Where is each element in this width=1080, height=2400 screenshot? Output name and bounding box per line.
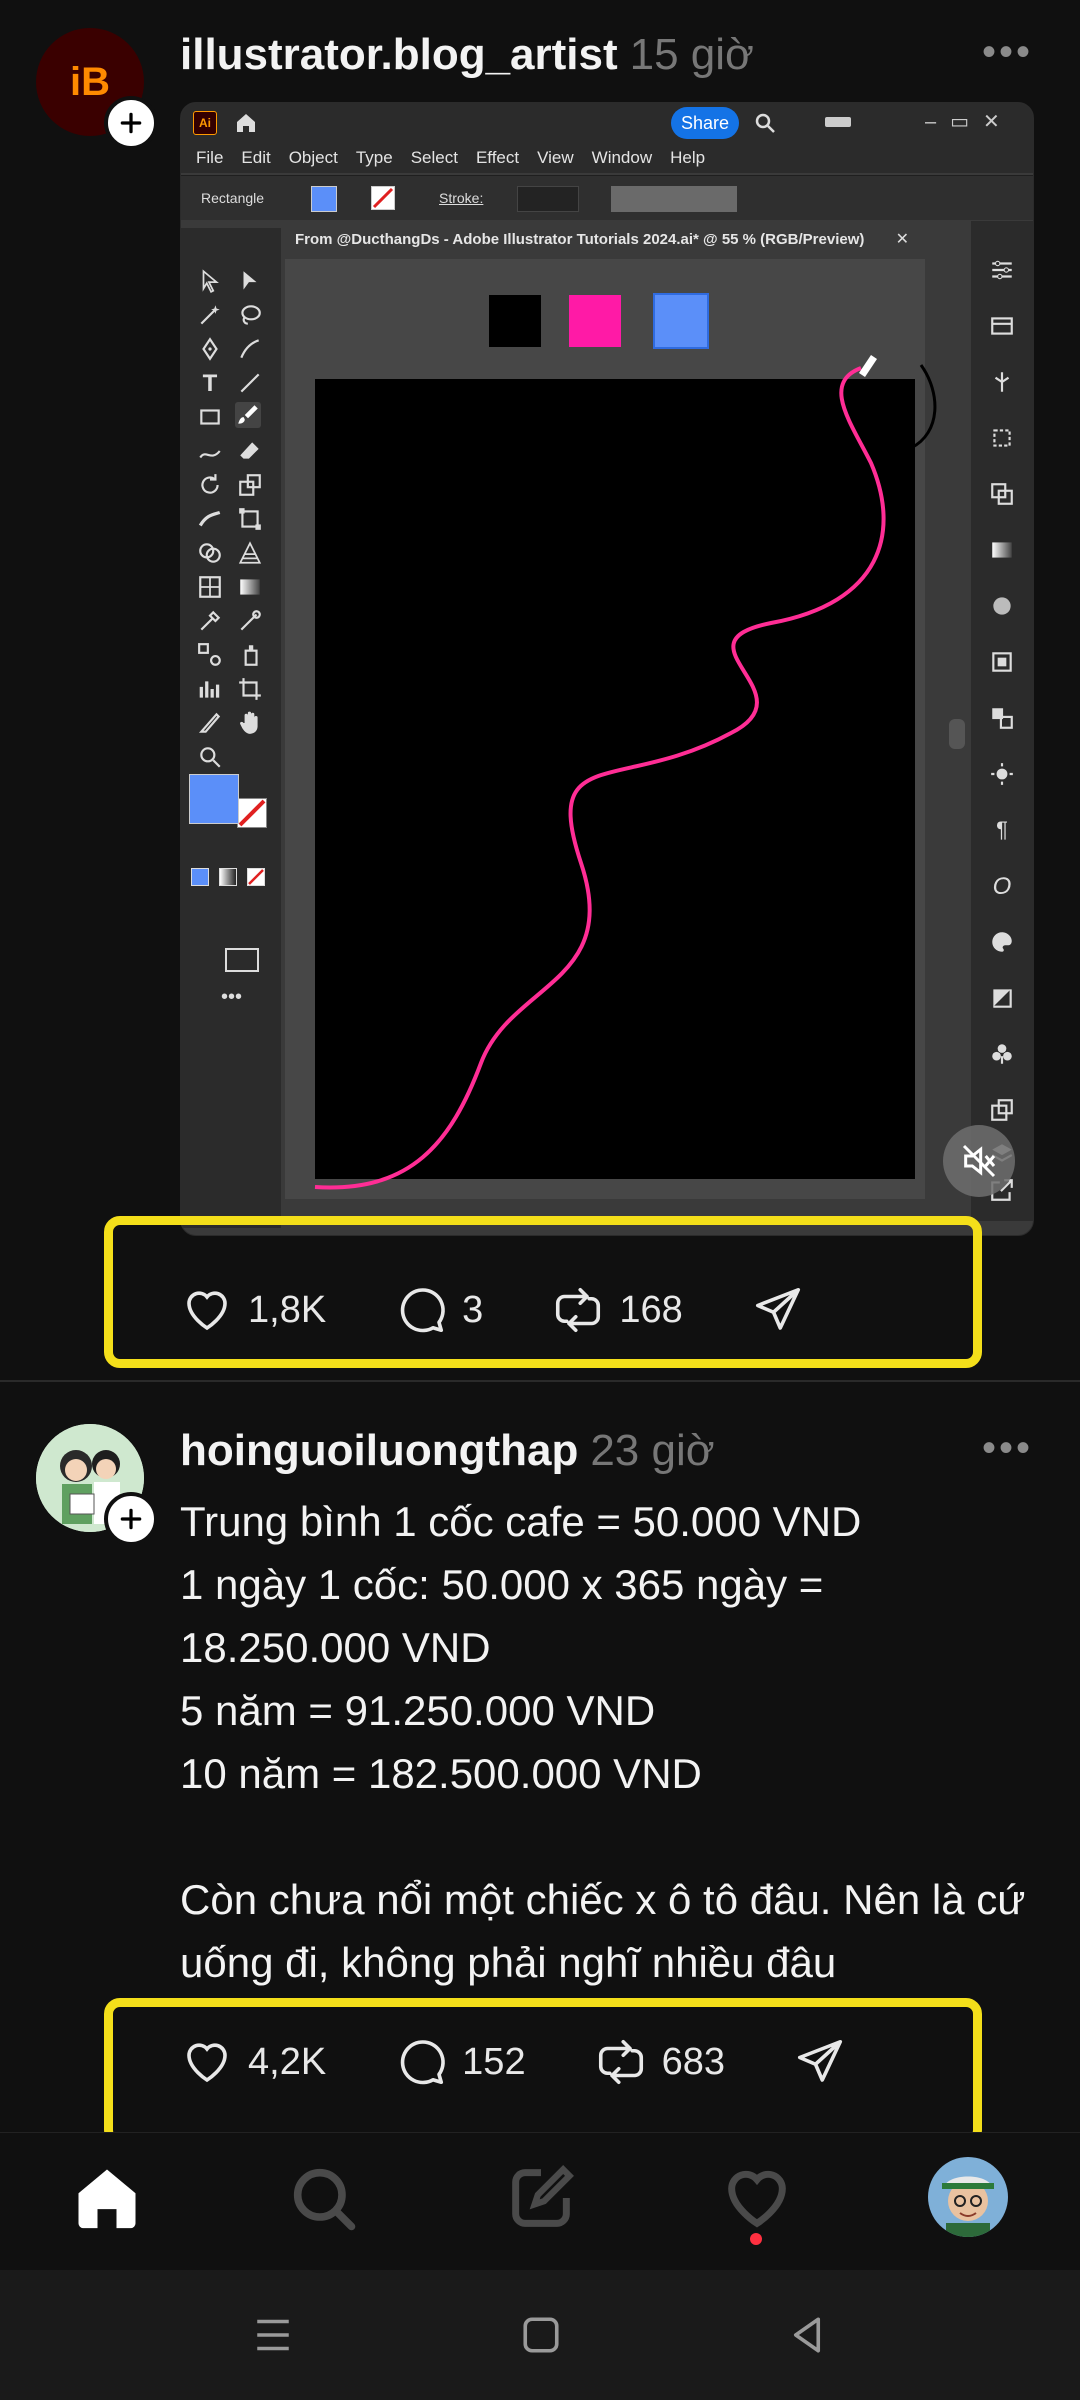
send-icon (755, 1287, 800, 1330)
send-icon (797, 2039, 843, 2082)
pathfinder-icon (989, 481, 1015, 507)
back-triangle-icon (793, 2317, 821, 2353)
repost-count: 168 (619, 1288, 683, 1331)
username-text[interactable]: hoinguoiluongthap (180, 1426, 578, 1475)
back-system-button[interactable] (780, 2308, 834, 2362)
nav-compose[interactable] (496, 2153, 586, 2243)
recent-apps-button[interactable] (246, 2308, 300, 2362)
comment-bubble-icon (400, 2040, 445, 2085)
libraries-icon (989, 313, 1015, 339)
post-media-video[interactable]: Ai Share ‒▭✕ File Edit Object Type Selec… (180, 102, 1034, 1236)
like-button[interactable]: 1,8K (180, 1283, 326, 1337)
graphic-styles-icon (989, 649, 1015, 675)
align-icon (989, 705, 1015, 731)
properties-icon (989, 257, 1015, 283)
symbols-icon (989, 1041, 1015, 1067)
more-options-button[interactable]: ••• (982, 30, 1033, 75)
more-options-button[interactable]: ••• (982, 1426, 1033, 1471)
post-time: 15 giờ (629, 30, 754, 79)
repost-count: 683 (661, 2040, 725, 2083)
heart-icon (187, 2043, 227, 2083)
post-text: Trung bình 1 cốc cafe = 50.000 VND 1 ngà… (180, 1498, 1026, 1986)
right-panels: ¶ O (971, 221, 1033, 1221)
comment-count: 152 (462, 2040, 526, 2083)
canvas-scrollbar (943, 259, 971, 1199)
heart-icon (187, 1291, 227, 1331)
post-actions: 1,8K 3 168 (180, 1280, 805, 1340)
brush-stroke-path (314, 355, 937, 1190)
post-divider (0, 1380, 1080, 1382)
transparency-icon (989, 985, 1015, 1011)
like-button[interactable]: 4,2K (180, 2035, 326, 2089)
comment-count: 3 (462, 1288, 484, 1331)
asset-export-icon (989, 1097, 1015, 1123)
repost-icon (556, 1287, 601, 1333)
nav-home[interactable] (62, 2153, 152, 2243)
appearance-icon (989, 593, 1015, 619)
nav-search[interactable] (278, 2153, 368, 2243)
post-actions: 4,2K 152 683 (180, 2032, 847, 2092)
brightness-icon (989, 761, 1015, 787)
comment-bubble-icon (400, 1288, 445, 1333)
home-icon (78, 2169, 136, 2229)
paragraph-icon: ¶ (996, 817, 1008, 842)
mute-toggle-button[interactable] (943, 1125, 1015, 1197)
like-count: 4,2K (248, 2040, 327, 2083)
repost-button[interactable]: 168 (551, 1283, 683, 1337)
system-navigation-bar (0, 2270, 1080, 2400)
post-username[interactable]: illustrator.blog_artist 15 giờ (180, 30, 754, 80)
bottom-navigation (0, 2132, 1080, 2269)
compose-icon (512, 2165, 574, 2227)
post-time: 23 giờ (590, 1426, 715, 1475)
share-button[interactable] (751, 1283, 805, 1337)
repost-icon (598, 2039, 643, 2085)
share-button[interactable] (793, 2035, 847, 2089)
comment-button[interactable]: 152 (394, 2035, 526, 2089)
follow-plus-button[interactable] (104, 1492, 158, 1546)
follow-plus-button[interactable] (104, 96, 158, 150)
color-guide-icon (989, 929, 1015, 955)
scroll-thumb (949, 719, 965, 749)
home-square-icon (523, 2317, 559, 2353)
gradient-panel-icon (989, 537, 1015, 563)
like-count: 1,8K (248, 1288, 327, 1331)
transform-panel-icon (989, 425, 1015, 451)
repost-button[interactable]: 683 (594, 2035, 725, 2089)
puppet-warp-icon (989, 369, 1015, 395)
comment-button[interactable]: 3 (394, 1283, 483, 1337)
username-text[interactable]: illustrator.blog_artist (180, 30, 618, 79)
activity-heart-icon (728, 2170, 786, 2228)
notification-dot (750, 2233, 762, 2245)
nav-activity[interactable] (712, 2153, 802, 2243)
profile-avatar (928, 2157, 1008, 2237)
plus-icon (120, 112, 142, 134)
recent-apps-icon (257, 2319, 289, 2351)
post-username[interactable]: hoinguoiluongthap 23 giờ (180, 1426, 715, 1476)
nav-profile[interactable] (928, 2157, 1008, 2237)
search-icon (293, 2168, 356, 2231)
plus-icon (120, 1508, 142, 1530)
speaker-muted-icon (962, 1144, 996, 1178)
home-system-button[interactable] (514, 2308, 568, 2362)
opentype-icon: O (992, 873, 1012, 900)
